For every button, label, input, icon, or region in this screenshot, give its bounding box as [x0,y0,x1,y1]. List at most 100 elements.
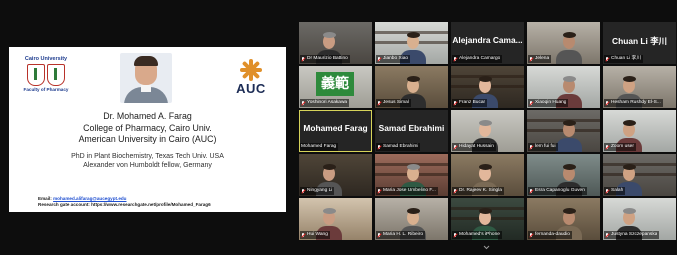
participant-tile[interactable]: Maria Jose Umbelino F... [375,154,448,196]
participant-name-label: Dr Maurizio Battino [300,55,350,63]
slide-body: Dr. Mohamed A. Farag College of Pharmacy… [9,111,286,171]
participant-name: Jesus Simal [383,100,409,105]
participant-tile[interactable]: Franz Bucar [451,66,524,108]
participant-name-label: Jianbo Xiao [376,55,411,63]
participant-sign-text: 義範 [316,72,354,96]
participant-tile[interactable]: Jianbo Xiao [375,22,448,64]
mic-muted-icon [605,56,609,62]
participant-tile[interactable]: Zoom user [603,110,676,152]
participant-display-name: Mohamed Farag [303,123,368,133]
contact-info: Email: mohamed.alifarag@aucegypt.edu Res… [38,196,211,208]
participant-name-label: Jelena [528,55,552,63]
mic-muted-icon [453,188,457,194]
participant-name-label: Hesham Rushdy El-S... [604,99,663,107]
participant-name: Jianbo Xiao [383,56,409,61]
participant-name: lem fui fui [535,144,556,149]
participant-tile[interactable]: Dr. Rajeev K. Singla [451,154,524,196]
mic-muted-icon [453,100,457,106]
participant-name: Maria H. L. Ribeiro [383,232,423,237]
participant-name-label: fernanda-daudio [528,231,572,239]
participant-tile[interactable]: Alejandra Cama... Alejandra Camargo [451,22,524,64]
participant-tile[interactable]: Chuan Li 李川 Chuan Li 李川 [603,22,676,64]
affiliation-1: College of Pharmacy, Cairo Univ. [83,122,212,133]
mic-muted-icon [301,232,305,238]
shared-slide: Cairo University Faculty of Pharmacy AUC… [9,47,286,212]
mic-muted-icon [377,144,381,150]
participant-display-name: Chuan Li 李川 [612,36,667,46]
participant-name: Dr Maurizio Battino [307,56,348,61]
participant-name-label: Jesus Simal [376,99,411,107]
participant-name-label: Ningyang Li [300,187,335,195]
participant-name: Zoom user [611,144,634,149]
participant-name: Franz Bucar [459,100,486,105]
participant-tile[interactable]: Hesham Rushdy El-S... [603,66,676,108]
participant-tile[interactable]: Jelena [527,22,600,64]
participant-name-label: Franz Bucar [452,99,488,107]
auc-logo-text: AUC [236,81,266,96]
participant-tile[interactable]: Esra Capanoglu Guven [527,154,600,196]
participant-tile[interactable]: Mohamed Farag Mohamed Farag [299,110,372,152]
participant-tile[interactable]: 義範 Yoshinori Asakawa [299,66,372,108]
participant-name-label: Maria H. L. Ribeiro [376,231,425,239]
affiliation-2: American University in Cairo (AUC) [78,134,217,144]
participant-name: Hesham Rushdy El-S... [611,100,661,105]
cairo-logo-bottom-text: Faculty of Pharmacy [23,87,69,92]
participant-tile[interactable]: Hidayat Hussain [451,110,524,152]
participant-name-label: lem fui fui [528,143,558,151]
participant-tile[interactable]: lem fui fui [527,110,600,152]
mic-muted-icon [377,188,381,194]
presenter-photo [120,53,172,103]
participant-tile[interactable]: Hui Wang [299,198,372,240]
participant-name: fernanda-daudio [535,232,570,237]
mic-muted-icon [529,188,533,194]
participant-tile[interactable]: Samad Ebrahimi Samad Ebrahimi [375,110,448,152]
participant-name: Maria Jose Umbelino F... [383,188,436,193]
cairo-university-logo: Cairo University Faculty of Pharmacy [23,56,69,93]
mic-muted-icon [453,56,457,62]
participant-name: Mohamed Farag [301,144,337,149]
participant-name-label: Zoom user [604,143,636,151]
participant-name: Dr. Rajeev K. Singla [459,188,502,193]
mic-muted-icon [453,232,457,238]
mic-muted-icon [301,56,305,62]
participant-name-label: Mohamed Farag [300,143,339,151]
participant-tile[interactable]: Dr Maurizio Battino [299,22,372,64]
participant-name-label: Salah [604,187,626,195]
mic-muted-icon [605,100,609,106]
chevron-down-icon[interactable] [483,244,490,251]
mic-muted-icon [301,100,305,106]
mic-muted-icon [377,232,381,238]
participant-name-label: Esra Capanoglu Guven [528,187,587,195]
participant-tile[interactable]: Justyna Szczepanska [603,198,676,240]
participant-display-name: Samad Ebrahimi [378,123,445,133]
participant-tile[interactable]: Maria H. L. Ribeiro [375,198,448,240]
participant-name: Justyna Szczepanska [611,232,658,237]
research-url: https://www.researchgate.net/profile/Moh… [91,202,211,207]
participant-name: Hui Wang [307,232,328,237]
presenter-name: Dr. Mohamed A. Farag [103,111,192,121]
participant-display-name: Alejandra Cama... [452,35,523,45]
mic-muted-icon [605,144,609,150]
participant-tile[interactable]: Ningyang Li [299,154,372,196]
participant-name: Yoshinori Asakawa [307,100,348,105]
mic-muted-icon [301,188,305,194]
participant-name: Chuan Li 李川 [611,56,642,61]
participant-tile[interactable]: Xiaoqin Huang [527,66,600,108]
mic-muted-icon [453,144,457,150]
email-link[interactable]: mohamed.alifarag@aucegypt.edu [53,196,126,201]
participant-tile[interactable]: Mohamed's iPhone [451,198,524,240]
auc-sun-icon [240,59,262,81]
participant-tile[interactable]: Salah [603,154,676,196]
cairo-logo-top-text: Cairo University [24,56,68,62]
participant-tile[interactable]: fernanda-daudio [527,198,600,240]
participant-tile[interactable]: Jesus Simal [375,66,448,108]
participant-name-label: Justyna Szczepanska [604,231,660,239]
mic-muted-icon [377,56,381,62]
participant-name-label: Chuan Li 李川 [604,55,644,63]
participant-name-label: Yoshinori Asakawa [300,99,350,107]
mic-muted-icon [529,144,533,150]
participant-name-label: Hidayat Hussain [452,143,496,151]
email-label: Email: [38,196,52,201]
mic-muted-icon [605,188,609,194]
participant-name-label: Hui Wang [300,231,330,239]
